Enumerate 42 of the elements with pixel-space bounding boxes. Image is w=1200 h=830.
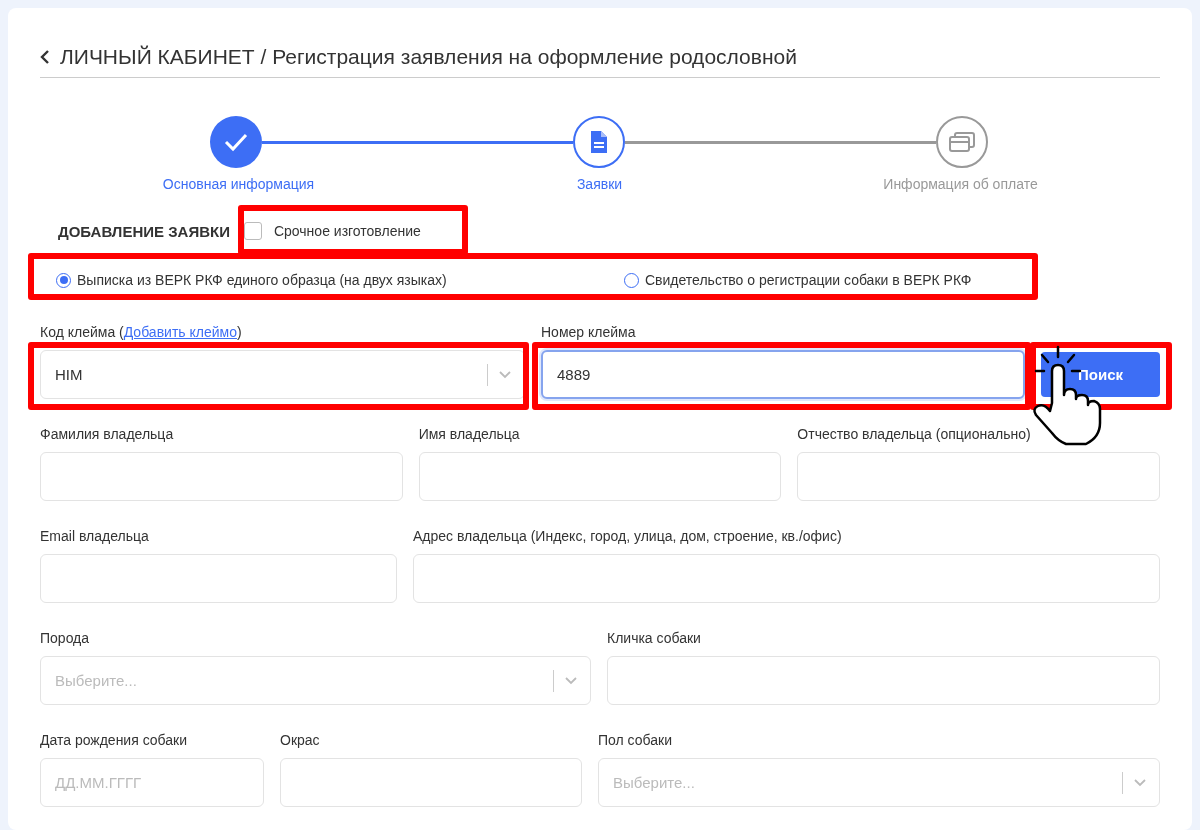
input-field[interactable] <box>607 656 1160 705</box>
select-value: HIM <box>55 366 84 383</box>
select-placeholder: Выберите... <box>613 774 696 791</box>
input-field[interactable] <box>40 452 403 501</box>
input-field[interactable] <box>413 554 1160 603</box>
cards-icon <box>948 131 976 153</box>
field-label: Дата рождения собаки <box>40 732 189 748</box>
input-field[interactable] <box>418 452 782 501</box>
document-icon <box>589 129 609 155</box>
select-field[interactable]: HIM <box>40 350 525 399</box>
chevron-down-icon <box>564 676 578 685</box>
chevron-down-icon <box>498 370 512 379</box>
field-label: Порода <box>40 630 91 646</box>
field-label: Отчество владельца (опционально) <box>797 426 1032 442</box>
field-label: Кличка собаки <box>607 630 702 646</box>
checkbox[interactable] <box>243 222 262 240</box>
field-label: Email владельца <box>40 528 150 544</box>
step-label[interactable]: Основная информация <box>58 176 419 192</box>
field-label: Адрес владельца (Индекс, город, улица, дом, строение, кв./офис) <box>413 528 843 544</box>
input-field[interactable]: ДД.ММ.ГГГГ <box>40 758 264 807</box>
page-title: ЛИЧНЫЙ КАБИНЕТ / Регистрация заявления на оформление родословной <box>60 45 797 69</box>
input-field[interactable] <box>797 452 1160 501</box>
field-label: Пол собаки <box>598 732 673 748</box>
section-heading: ДОБАВЛЕНИЕ ЗАЯВКИ <box>58 222 230 240</box>
input-field[interactable] <box>280 758 582 807</box>
back-chevron-icon[interactable] <box>40 49 50 65</box>
input-field[interactable]: 4889 <box>541 350 1025 399</box>
checkbox-label[interactable]: Срочное изготовление <box>273 223 421 239</box>
input-field[interactable] <box>40 554 397 603</box>
chevron-down-icon <box>1133 778 1147 787</box>
radio-label[interactable]: Свидетельство о регистрации собаки в ВЕРК РКФ <box>645 272 972 288</box>
radio-label[interactable]: Выписка из ВЕРК РКФ единого образца (на двух языках) <box>77 272 447 288</box>
select-placeholder: Выберите... <box>55 672 138 689</box>
field-label: Код клейма (Добавить клеймо) <box>40 324 243 340</box>
field-label: Фамилия владельца <box>40 426 175 442</box>
field-label: Номер клейма <box>541 324 637 340</box>
field-label: Имя владельца <box>418 426 521 442</box>
step-label[interactable]: Заявки <box>419 176 780 192</box>
check-icon <box>223 132 249 152</box>
field-label: Окрас <box>280 732 321 748</box>
step-label[interactable]: Информация об оплате <box>780 176 1141 192</box>
add-brand-link[interactable]: Добавить клеймо <box>123 324 237 340</box>
